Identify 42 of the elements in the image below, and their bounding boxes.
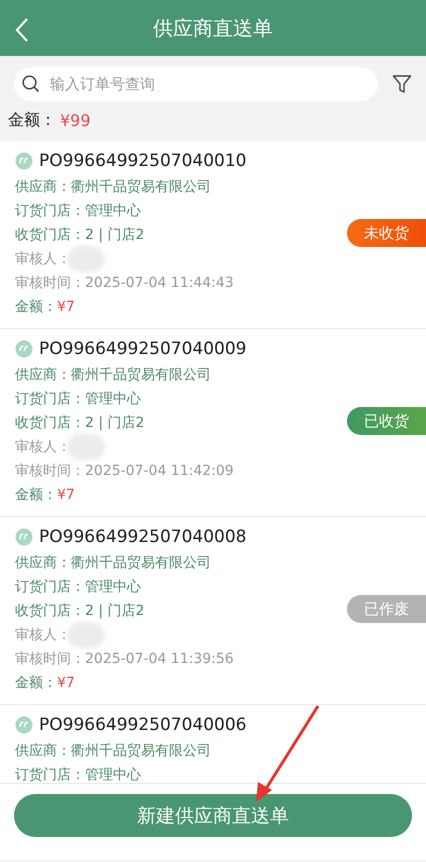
- order-icon: [15, 340, 33, 358]
- order-store-text: 订货门店：管理中心: [15, 202, 141, 221]
- reviewer-label: 审核人：: [15, 626, 71, 645]
- receive-store-text: 收货门店：2 | 门店2: [15, 414, 144, 433]
- supplier-text: 供应商：衢州千品贸易有限公司: [15, 554, 211, 573]
- order-icon: [15, 152, 33, 170]
- amount-label: 金额：: [15, 674, 57, 693]
- search-field[interactable]: 输入订单号查询: [14, 67, 378, 101]
- filter-icon[interactable]: [392, 74, 412, 94]
- order-store-text: 订货门店：管理中心: [15, 390, 141, 409]
- amount-value: ¥7: [57, 486, 75, 505]
- page-title: 供应商直送单: [153, 14, 273, 42]
- back-icon[interactable]: [14, 17, 30, 43]
- reviewer-label: 审核人：: [15, 438, 71, 457]
- order-store-text: 订货门店：管理中心: [15, 766, 141, 783]
- supplier-text: 供应商：衢州千品贸易有限公司: [15, 742, 211, 761]
- review-time-text: 审核时间：2025-07-04 11:44:43: [15, 274, 234, 293]
- amount-label: 金额：: [15, 486, 57, 505]
- amount-label: 金额：: [15, 298, 57, 317]
- review-time-text: 审核时间：2025-07-04 11:42:09: [15, 462, 234, 481]
- order-number[interactable]: PO99664992507040008: [39, 527, 247, 547]
- create-order-button[interactable]: 新建供应商直送单: [14, 794, 412, 837]
- search-icon: [22, 75, 40, 93]
- amount-value: ¥7: [57, 298, 75, 317]
- amount-value: ¥7: [57, 674, 75, 693]
- reviewer-label: 审核人：: [15, 250, 71, 269]
- review-time-text: 审核时间：2025-07-04 11:39:56: [15, 650, 234, 669]
- receive-store-text: 收货门店：2 | 门店2: [15, 602, 144, 621]
- supplier-text: 供应商：衢州千品贸易有限公司: [15, 366, 211, 385]
- supplier-text: 供应商：衢州千品贸易有限公司: [15, 178, 211, 197]
- total-label: 金额：: [8, 110, 56, 130]
- receive-store-text: 收货门店：2 | 门店2: [15, 226, 144, 245]
- order-number[interactable]: PO99664992507040006: [39, 715, 247, 735]
- total-amount: ¥99: [60, 110, 91, 130]
- order-icon: [15, 528, 33, 546]
- status-badge: 已收货: [347, 407, 426, 435]
- order-icon: [15, 716, 33, 734]
- order-number[interactable]: PO99664992507040010: [39, 151, 247, 171]
- status-badge: 未收货: [347, 219, 426, 247]
- order-number[interactable]: PO99664992507040009: [39, 339, 247, 359]
- status-badge: 已作废: [347, 595, 426, 623]
- order-store-text: 订货门店：管理中心: [15, 578, 141, 597]
